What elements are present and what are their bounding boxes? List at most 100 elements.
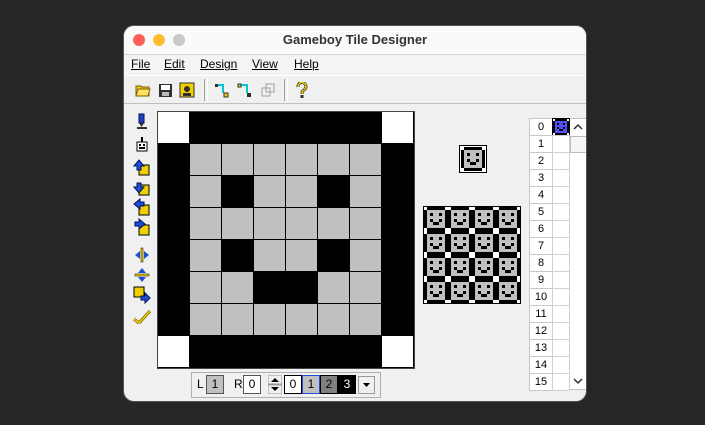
tile-pixel[interactable] bbox=[350, 336, 381, 367]
tile-pixel[interactable] bbox=[190, 240, 221, 271]
tile-index-label[interactable]: 6 bbox=[529, 220, 553, 238]
tile-index-label[interactable]: 5 bbox=[529, 203, 553, 221]
scroll-down-icon[interactable] bbox=[570, 373, 586, 389]
tile-pixel[interactable] bbox=[190, 272, 221, 303]
tile-pixel[interactable] bbox=[222, 176, 253, 207]
flip-horizontal-icon[interactable] bbox=[131, 245, 153, 265]
tile-pixel[interactable] bbox=[158, 112, 189, 143]
tile-pixel[interactable] bbox=[190, 208, 221, 239]
tile-pixel[interactable] bbox=[158, 176, 189, 207]
tile-pixel[interactable] bbox=[350, 144, 381, 175]
tile-pixel[interactable] bbox=[286, 240, 317, 271]
tile-thumbnail[interactable] bbox=[552, 220, 570, 238]
color-swatch-2[interactable]: 2 bbox=[320, 375, 338, 394]
tile-editor-canvas[interactable] bbox=[157, 111, 415, 369]
menu-edit[interactable]: Edit bbox=[164, 57, 185, 71]
tile-pixel[interactable] bbox=[254, 176, 285, 207]
tile-index-label[interactable]: 2 bbox=[529, 152, 553, 170]
tile-pixel[interactable] bbox=[350, 176, 381, 207]
tile-pixel[interactable] bbox=[350, 112, 381, 143]
tile-thumbnail[interactable] bbox=[552, 203, 570, 221]
tile-pixel[interactable] bbox=[318, 176, 349, 207]
tile-index-label[interactable]: 14 bbox=[529, 356, 553, 374]
tile-pixel[interactable] bbox=[158, 336, 189, 367]
tile-pixel[interactable] bbox=[350, 304, 381, 335]
flip-vertical-icon[interactable] bbox=[131, 265, 153, 285]
tile-pixel[interactable] bbox=[382, 336, 413, 367]
tile-pixel[interactable] bbox=[254, 304, 285, 335]
color-swatch-1[interactable]: 1 bbox=[302, 375, 320, 394]
tile-pixel[interactable] bbox=[254, 336, 285, 367]
tile-index-label[interactable]: 1 bbox=[529, 135, 553, 153]
tile-pixel[interactable] bbox=[222, 336, 253, 367]
tile-pixel[interactable] bbox=[222, 208, 253, 239]
save-icon[interactable] bbox=[155, 80, 175, 100]
tile-pixel[interactable] bbox=[382, 144, 413, 175]
menu-file[interactable]: File bbox=[131, 57, 150, 71]
tile-pixel[interactable] bbox=[158, 272, 189, 303]
tile-pixel[interactable] bbox=[286, 336, 317, 367]
tile-pixel[interactable] bbox=[222, 112, 253, 143]
tile-pixel[interactable] bbox=[222, 144, 253, 175]
tile-thumbnail[interactable] bbox=[552, 322, 570, 340]
tile-pixel[interactable] bbox=[254, 208, 285, 239]
tile-pixel[interactable] bbox=[190, 144, 221, 175]
open-folder-icon[interactable] bbox=[133, 80, 153, 100]
tile-thumbnail[interactable] bbox=[552, 152, 570, 170]
menu-design[interactable]: Design bbox=[200, 57, 237, 71]
tile-pixel[interactable] bbox=[190, 112, 221, 143]
tile-thumbnail[interactable] bbox=[552, 254, 570, 272]
tile-thumbnail[interactable] bbox=[552, 339, 570, 357]
tile-pixel[interactable] bbox=[254, 144, 285, 175]
tile-index-label[interactable]: 8 bbox=[529, 254, 553, 272]
tile-thumbnail[interactable] bbox=[552, 118, 570, 136]
menu-view[interactable]: View bbox=[252, 57, 278, 71]
tile-pixel[interactable] bbox=[318, 272, 349, 303]
tile-pixel[interactable] bbox=[350, 208, 381, 239]
tile-pixel[interactable] bbox=[286, 304, 317, 335]
shift-up-icon[interactable] bbox=[131, 157, 153, 177]
tile-pixel[interactable] bbox=[254, 112, 285, 143]
duplicate-icon[interactable] bbox=[258, 80, 278, 100]
palette-dropdown[interactable] bbox=[358, 376, 375, 394]
right-button-color[interactable]: 0 bbox=[243, 375, 261, 394]
tile-pixel[interactable] bbox=[158, 304, 189, 335]
scroll-thumb[interactable] bbox=[570, 136, 586, 153]
tile-index-label[interactable]: 13 bbox=[529, 339, 553, 357]
tile-pixel[interactable] bbox=[350, 240, 381, 271]
tile-pixel[interactable] bbox=[158, 240, 189, 271]
tile-pixel[interactable] bbox=[318, 208, 349, 239]
fill-icon[interactable] bbox=[131, 134, 153, 154]
tile-index-label[interactable]: 7 bbox=[529, 237, 553, 255]
tile-thumbnail[interactable] bbox=[552, 271, 570, 289]
tile-pixel[interactable] bbox=[222, 240, 253, 271]
tile-index-label[interactable]: 12 bbox=[529, 322, 553, 340]
tile-pixel[interactable] bbox=[158, 208, 189, 239]
help-icon[interactable] bbox=[292, 80, 312, 100]
tile-index-label[interactable]: 4 bbox=[529, 186, 553, 204]
tile-index-label[interactable]: 10 bbox=[529, 288, 553, 306]
rotate-icon[interactable] bbox=[131, 285, 153, 305]
tile-pixel[interactable] bbox=[318, 112, 349, 143]
tile-pixel[interactable] bbox=[382, 208, 413, 239]
tile-pixel[interactable] bbox=[318, 336, 349, 367]
left-button-color[interactable]: 1 bbox=[206, 375, 224, 394]
save-all-icon[interactable] bbox=[177, 80, 197, 100]
tile-list-scrollbar[interactable] bbox=[569, 118, 586, 390]
tile-pixel[interactable] bbox=[286, 208, 317, 239]
clear-icon[interactable] bbox=[131, 307, 153, 327]
color-swatch-3[interactable]: 3 bbox=[338, 375, 356, 394]
tile-pixel[interactable] bbox=[382, 176, 413, 207]
shift-down-icon[interactable] bbox=[131, 177, 153, 197]
tile-thumbnail[interactable] bbox=[552, 186, 570, 204]
shift-right-icon[interactable] bbox=[131, 217, 153, 237]
menu-help[interactable]: Help bbox=[294, 57, 319, 71]
tile-pixel[interactable] bbox=[286, 272, 317, 303]
tile-index-label[interactable]: 15 bbox=[529, 373, 553, 391]
tile-pixel[interactable] bbox=[254, 272, 285, 303]
tile-index-label[interactable]: 11 bbox=[529, 305, 553, 323]
tile-pixel[interactable] bbox=[286, 176, 317, 207]
tile-index-label[interactable]: 9 bbox=[529, 271, 553, 289]
tile-pixel[interactable] bbox=[318, 144, 349, 175]
tile-pixel[interactable] bbox=[254, 240, 285, 271]
